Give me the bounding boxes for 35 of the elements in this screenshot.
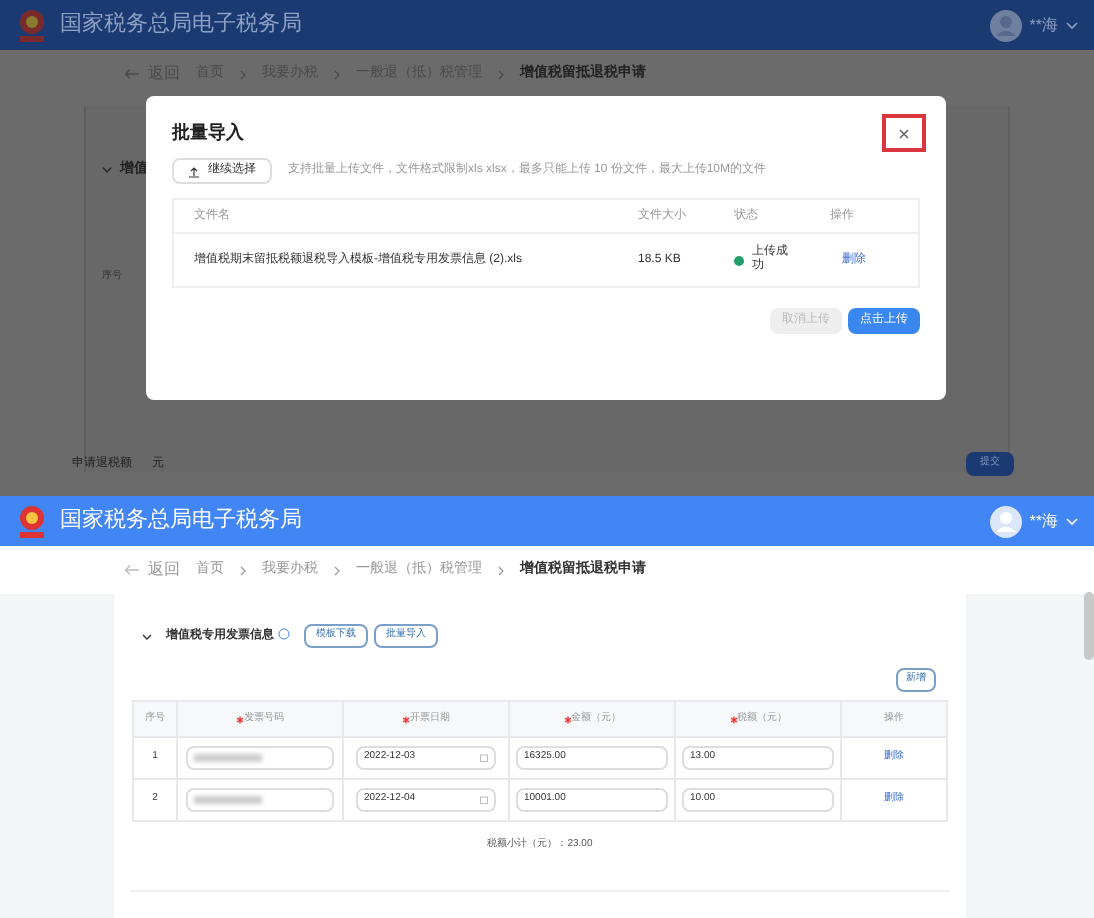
user-name[interactable]: **海 [1029,13,1058,37]
avatar-icon[interactable] [989,9,1022,41]
back-link[interactable]: 返回 [148,558,180,582]
required-icon [729,715,737,723]
scrollbar-thumb[interactable] [1084,592,1094,660]
info-icon [278,627,290,639]
upload-icon [188,165,200,177]
calendar-icon [480,754,488,762]
chevron-icon [240,565,246,575]
chevron-icon [498,565,504,575]
chevron-icon [240,69,246,79]
chevron-icon [334,69,340,79]
chevron-icon[interactable] [142,631,152,641]
close-icon [898,127,910,139]
required-icon [563,715,571,723]
dialog-title: 批量导入 [172,119,244,146]
back-arrow-icon[interactable] [124,68,140,80]
redacted-mark [194,796,262,804]
avatar-icon[interactable] [989,505,1022,537]
close-button[interactable] [882,114,926,152]
invoice-number-field[interactable] [186,746,334,770]
chevron-icon [334,565,340,575]
caret-icon[interactable] [1066,21,1078,29]
back-arrow-icon[interactable] [124,564,140,576]
calendar-icon [480,796,488,804]
invoice-number-field[interactable] [186,788,334,812]
site-title: 国家税务总局电子税务局 [60,9,302,41]
required-icon [236,715,244,723]
emblem-icon [16,503,48,539]
chevron-icon [498,69,504,79]
user-name[interactable]: **海 [1029,509,1058,533]
site-title: 国家税务总局电子税务局 [60,505,302,537]
emblem-icon [16,7,48,43]
required-icon [402,715,410,723]
redacted-mark [194,754,262,762]
